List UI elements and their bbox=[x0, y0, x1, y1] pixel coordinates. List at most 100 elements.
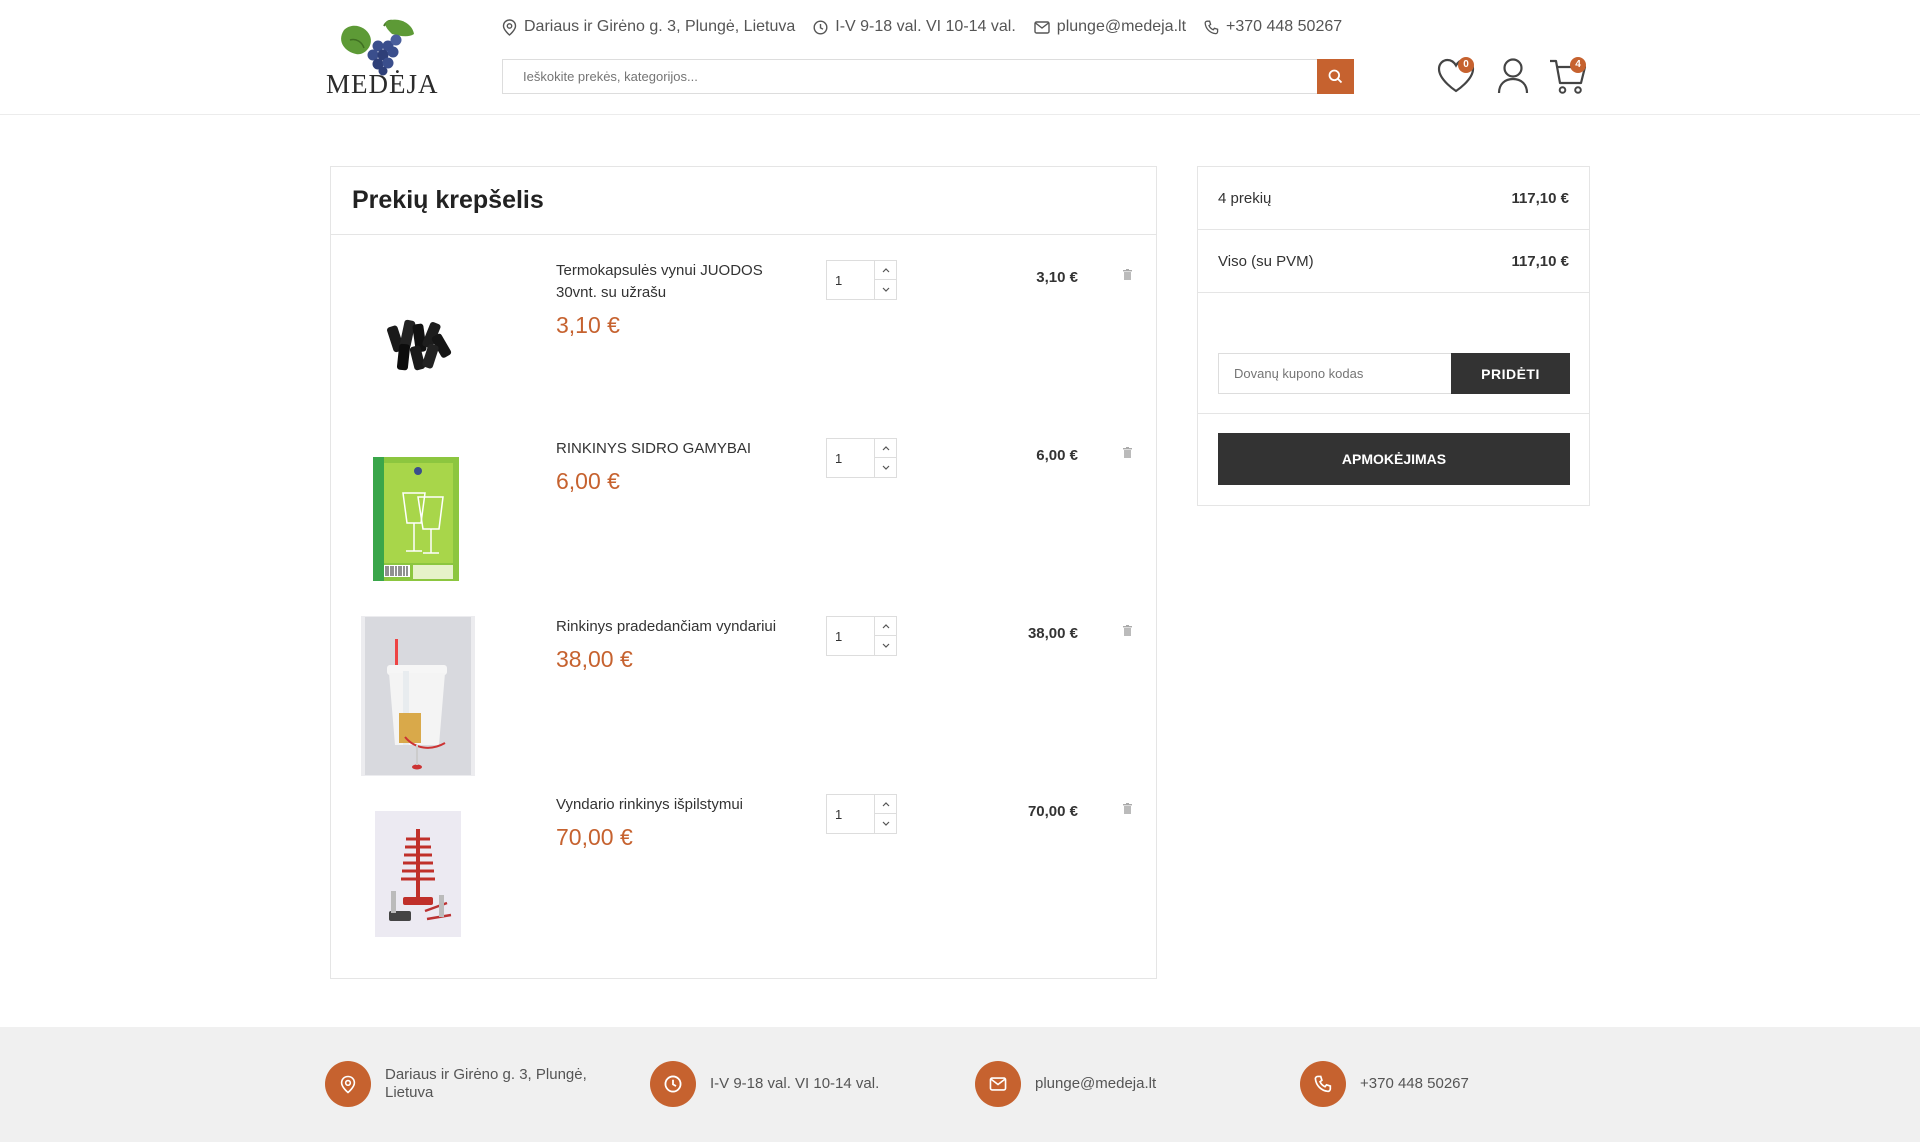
product-image[interactable] bbox=[361, 616, 475, 776]
site-footer: Dariaus ir Girėno g. 3, Plungė, Lietuva … bbox=[0, 1027, 1920, 1142]
footer-email-text[interactable]: plunge@medeja.lt bbox=[1035, 1075, 1156, 1093]
site-logo[interactable]: MEDĖJA bbox=[326, 16, 439, 100]
quantity-increase-button[interactable] bbox=[874, 261, 896, 280]
chevron-up-icon bbox=[882, 267, 889, 272]
product-name[interactable]: Rinkinys pradedančiam vyndariui bbox=[556, 616, 796, 638]
search-button[interactable] bbox=[1317, 59, 1354, 94]
remove-item-button[interactable] bbox=[1123, 623, 1132, 641]
header-email-text[interactable]: plunge@medeja.lt bbox=[1057, 18, 1186, 36]
quantity-increase-button[interactable] bbox=[874, 617, 896, 636]
checkout-button[interactable]: APMOKĖJIMAS bbox=[1218, 433, 1570, 485]
cart-button[interactable]: 4 bbox=[1546, 54, 1590, 98]
remove-item-button[interactable] bbox=[1123, 267, 1132, 285]
remove-item-button[interactable] bbox=[1123, 445, 1132, 463]
footer-address: Dariaus ir Girėno g. 3, Plungė, Lietuva bbox=[325, 1061, 595, 1107]
wishlist-button[interactable]: 0 bbox=[1434, 54, 1478, 98]
trash-icon bbox=[1123, 625, 1132, 636]
quantity-stepper bbox=[826, 794, 897, 834]
trash-icon bbox=[1123, 269, 1132, 280]
cart-item: Vyndario rinkinys išpilstymui 70,00 € 70… bbox=[331, 794, 1156, 972]
wishlist-count-badge: 0 bbox=[1458, 57, 1474, 73]
chevron-up-icon bbox=[882, 445, 889, 450]
order-summary: 4 prekių 117,10 € Viso (su PVM) 117,10 €… bbox=[1197, 166, 1590, 506]
black-capsules-image bbox=[387, 319, 452, 371]
apply-coupon-button[interactable]: PRIDĖTI bbox=[1451, 353, 1570, 394]
site-header: MEDĖJA Dariaus ir Girėno g. 3, Plungė, L… bbox=[0, 0, 1920, 115]
quantity-input[interactable] bbox=[827, 617, 875, 655]
footer-phone-text[interactable]: +370 448 50267 bbox=[1360, 1075, 1469, 1093]
header-address: Dariaus ir Girėno g. 3, Plungė, Lietuva bbox=[502, 18, 795, 36]
product-price: 70,00 € bbox=[556, 824, 633, 850]
quantity-increase-button[interactable] bbox=[874, 439, 896, 458]
summary-total-row: Viso (su PVM) 117,10 € bbox=[1198, 230, 1589, 293]
account-button[interactable] bbox=[1491, 54, 1535, 98]
search-icon bbox=[1328, 69, 1343, 84]
quantity-increase-button[interactable] bbox=[874, 795, 896, 814]
product-name[interactable]: Vyndario rinkinys išpilstymui bbox=[556, 794, 796, 816]
footer-phone-circle bbox=[1300, 1061, 1346, 1107]
quantity-stepper bbox=[826, 260, 897, 300]
summary-total-value: 117,10 € bbox=[1511, 252, 1569, 270]
summary-items-row: 4 prekių 117,10 € bbox=[1198, 167, 1589, 230]
location-pin-icon bbox=[340, 1075, 356, 1094]
product-image[interactable] bbox=[361, 794, 475, 954]
line-total: 38,00 € bbox=[1027, 625, 1078, 642]
product-name[interactable]: RINKINYS SIDRO GAMYBAI bbox=[556, 438, 796, 460]
footer-phone[interactable]: +370 448 50267 bbox=[1300, 1061, 1469, 1107]
chevron-up-icon bbox=[882, 623, 889, 628]
footer-email[interactable]: plunge@medeja.lt bbox=[975, 1061, 1156, 1107]
header-address-text: Dariaus ir Girėno g. 3, Plungė, Lietuva bbox=[524, 18, 796, 35]
summary-items-label: 4 prekių bbox=[1218, 189, 1272, 207]
coupon-form: PRIDĖTI bbox=[1218, 353, 1570, 394]
header-email[interactable]: plunge@medeja.lt bbox=[1034, 18, 1186, 36]
quantity-decrease-button[interactable] bbox=[874, 636, 896, 655]
grape-leaf-icon bbox=[341, 19, 414, 76]
mail-icon bbox=[989, 1077, 1007, 1091]
summary-items-value: 117,10 € bbox=[1511, 189, 1569, 207]
search-input[interactable] bbox=[503, 60, 1319, 93]
header-phone[interactable]: +370 448 50267 bbox=[1204, 18, 1342, 36]
bottling-kit-image bbox=[375, 811, 461, 937]
quantity-decrease-button[interactable] bbox=[874, 458, 896, 477]
cider-kit-box-image bbox=[373, 457, 459, 581]
header-hours: I-V 9-18 val. VI 10-14 val. bbox=[813, 18, 1016, 36]
chevron-down-icon bbox=[882, 465, 889, 470]
quantity-input[interactable] bbox=[827, 261, 875, 299]
product-image[interactable] bbox=[361, 438, 475, 598]
logo-text: MEDĖJA bbox=[326, 69, 439, 99]
cart-item: Rinkinys pradedančiam vyndariui 38,00 € … bbox=[331, 616, 1156, 794]
quantity-input[interactable] bbox=[827, 439, 875, 477]
cart-header: Prekių krepšelis bbox=[331, 167, 1156, 235]
line-total: 6,00 € bbox=[1036, 447, 1078, 464]
summary-total-label: Viso (su PVM) bbox=[1218, 252, 1314, 270]
quantity-decrease-button[interactable] bbox=[874, 280, 896, 299]
fermenting-bucket-image bbox=[365, 617, 471, 775]
header-phone-text[interactable]: +370 448 50267 bbox=[1226, 18, 1342, 36]
chevron-down-icon bbox=[882, 287, 889, 292]
product-price: 6,00 € bbox=[556, 468, 620, 494]
search-bar bbox=[502, 59, 1354, 94]
product-price: 3,10 € bbox=[556, 312, 620, 338]
cart-title: Prekių krepšelis bbox=[352, 186, 544, 214]
footer-hours-text: I-V 9-18 val. VI 10-14 val. bbox=[710, 1075, 880, 1092]
trash-icon bbox=[1123, 803, 1132, 814]
product-image[interactable] bbox=[361, 260, 475, 420]
cart-panel: Prekių krepšelis Termokapsulės vynui JUO… bbox=[330, 166, 1157, 979]
quantity-stepper bbox=[826, 438, 897, 478]
remove-item-button[interactable] bbox=[1123, 801, 1132, 819]
cart-item: RINKINYS SIDRO GAMYBAI 6,00 € 6,00 € bbox=[331, 438, 1156, 616]
footer-location-circle bbox=[325, 1061, 371, 1107]
header-hours-text: I-V 9-18 val. VI 10-14 val. bbox=[835, 18, 1016, 35]
product-name[interactable]: Termokapsulės vynui JUODOS 30vnt. su užr… bbox=[556, 260, 796, 304]
phone-icon bbox=[1314, 1075, 1332, 1093]
quantity-decrease-button[interactable] bbox=[874, 814, 896, 833]
chevron-down-icon bbox=[882, 821, 889, 826]
trash-icon bbox=[1123, 447, 1132, 458]
footer-hours: I-V 9-18 val. VI 10-14 val. bbox=[650, 1061, 879, 1107]
quantity-input[interactable] bbox=[827, 795, 875, 833]
header-contacts: Dariaus ir Girėno g. 3, Plungė, Lietuva … bbox=[502, 16, 1360, 38]
line-total: 70,00 € bbox=[1027, 803, 1078, 820]
quantity-stepper bbox=[826, 616, 897, 656]
coupon-input[interactable] bbox=[1218, 353, 1451, 394]
chevron-down-icon bbox=[882, 643, 889, 648]
